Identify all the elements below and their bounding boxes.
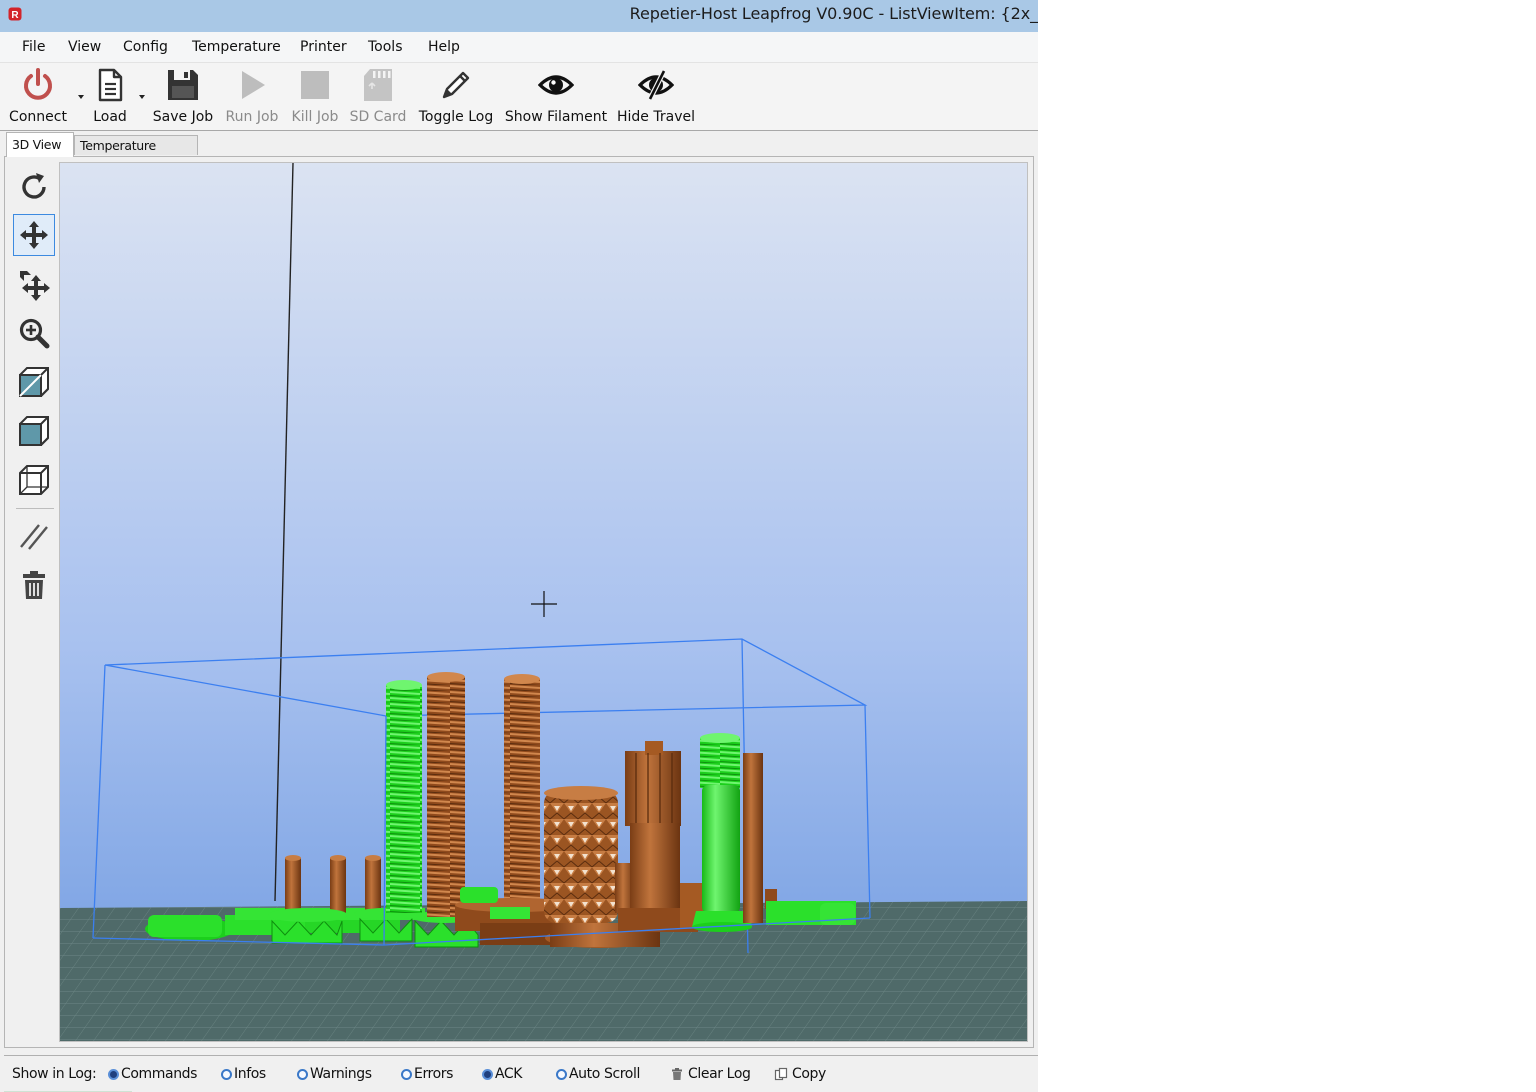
- wireframe-view-button[interactable]: [13, 459, 55, 501]
- commands-label: Commands: [121, 1066, 198, 1082]
- run-job-button[interactable]: Run Job: [222, 65, 282, 129]
- repetier-host-window: R Repetier-Host Leapfrog V0.90C - ListVi…: [0, 0, 1038, 1092]
- warnings-toggle[interactable]: Warnings: [297, 1066, 372, 1082]
- trash-icon: [23, 571, 45, 599]
- svg-text:R: R: [11, 10, 19, 21]
- auto-scroll-radio-icon: [556, 1068, 567, 1080]
- menu-tools[interactable]: Tools: [368, 39, 403, 55]
- toggle-log-label: Toggle Log: [418, 109, 494, 125]
- tab-temperature-curve[interactable]: Temperature Curve: [74, 135, 198, 172]
- eye-icon: [538, 75, 574, 95]
- auto-scroll-toggle[interactable]: Auto Scroll: [556, 1066, 640, 1082]
- load-label: Load: [93, 109, 127, 125]
- iso-view-button[interactable]: [13, 361, 55, 403]
- copy-button[interactable]: Copy: [774, 1066, 826, 1082]
- show-in-log-label: Show in Log:: [12, 1066, 97, 1082]
- warnings-label: Warnings: [310, 1066, 372, 1082]
- copy-icon: [774, 1067, 788, 1081]
- 3d-scene: [60, 163, 1027, 1041]
- load-button[interactable]: Load: [88, 65, 132, 129]
- infos-label: Infos: [234, 1066, 266, 1082]
- reset-view-button[interactable]: [13, 166, 55, 208]
- warnings-radio-icon: [297, 1068, 308, 1080]
- view-tabs: 3D View Temperature Curve: [0, 131, 1038, 172]
- clear-log-trash-icon: [672, 1068, 682, 1080]
- errors-label: Errors: [414, 1066, 454, 1082]
- delete-object-button[interactable]: [13, 564, 55, 606]
- move-object-button[interactable]: [13, 264, 55, 306]
- infos-radio-icon: [221, 1068, 232, 1080]
- show-filament-button[interactable]: Show Filament: [504, 65, 608, 129]
- front-view-icon: [19, 416, 49, 446]
- 3d-viewport[interactable]: [59, 162, 1028, 1042]
- app-logo-icon: R: [8, 7, 22, 21]
- kill-job-button[interactable]: Kill Job: [288, 65, 342, 129]
- power-icon: [24, 68, 52, 100]
- menu-config[interactable]: Config: [123, 39, 168, 55]
- kill-job-label: Kill Job: [291, 109, 339, 125]
- connect-label: Connect: [9, 109, 67, 125]
- iso-view-icon: [19, 367, 49, 397]
- save-job-button[interactable]: Save Job: [152, 65, 214, 129]
- stop-icon: [301, 71, 329, 99]
- menu-file[interactable]: File: [22, 39, 45, 55]
- ack-label: ACK: [495, 1066, 523, 1082]
- menu-temperature[interactable]: Temperature: [192, 39, 281, 55]
- clear-travel-icon: [20, 524, 48, 550]
- document-icon: [98, 68, 123, 102]
- commands-toggle[interactable]: Commands: [108, 1066, 197, 1082]
- menu-printer[interactable]: Printer: [300, 39, 347, 55]
- reset-view-icon: [22, 173, 46, 199]
- main-toolbar: Connect Load Save Job Run Job Kill Job S…: [0, 63, 1038, 131]
- clear-log-label: Clear Log: [688, 1066, 751, 1082]
- title-bar: R Repetier-Host Leapfrog V0.90C - ListVi…: [0, 0, 1038, 32]
- hide-travel-label: Hide Travel: [617, 109, 695, 125]
- sd-card-label: SD Card: [349, 109, 407, 125]
- tool-separator: [16, 508, 54, 509]
- menu-help[interactable]: Help: [428, 39, 460, 55]
- errors-radio-icon: [401, 1068, 412, 1080]
- sd-card-button[interactable]: SD Card: [348, 65, 408, 129]
- commands-radio-icon: [108, 1068, 119, 1080]
- show-filament-label: Show Filament: [504, 109, 608, 125]
- ack-toggle[interactable]: ACK: [482, 1066, 522, 1082]
- front-view-button[interactable]: [13, 410, 55, 452]
- copy-label: Copy: [792, 1066, 826, 1082]
- window-title: Repetier-Host Leapfrog V0.90C - ListView…: [629, 4, 1038, 23]
- menu-view[interactable]: View: [68, 39, 101, 55]
- toggle-log-button[interactable]: Toggle Log: [416, 65, 496, 129]
- connect-button[interactable]: Connect: [8, 65, 68, 129]
- view-tool-column: [4, 162, 60, 1042]
- connect-dropdown-icon[interactable]: [77, 93, 85, 101]
- play-icon: [242, 71, 265, 99]
- move-object-icon: [20, 271, 50, 301]
- menu-bar: File View Config Temperature Printer Too…: [0, 32, 1038, 63]
- floppy-disk-icon: [168, 70, 198, 100]
- auto-scroll-label: Auto Scroll: [569, 1066, 640, 1082]
- ack-radio-icon: [482, 1068, 493, 1080]
- move-view-button[interactable]: [13, 214, 55, 256]
- errors-toggle[interactable]: Errors: [401, 1066, 453, 1082]
- hide-travel-button[interactable]: Hide Travel: [614, 65, 698, 129]
- sd-card-icon: [364, 69, 392, 101]
- pencil-icon: [442, 71, 470, 99]
- zoom-icon: [19, 318, 50, 349]
- clear-log-button[interactable]: Clear Log: [670, 1066, 751, 1082]
- wireframe-icon: [19, 465, 49, 495]
- run-job-label: Run Job: [225, 109, 279, 125]
- infos-toggle[interactable]: Infos: [221, 1066, 266, 1082]
- save-job-label: Save Job: [152, 109, 214, 125]
- zoom-button[interactable]: [13, 312, 55, 354]
- tab-3d-view[interactable]: 3D View: [6, 132, 74, 157]
- load-dropdown-icon[interactable]: [138, 93, 146, 101]
- log-options-bar: Show in Log: Commands Infos Warnings Err…: [4, 1055, 1038, 1092]
- eye-slash-icon: [638, 69, 674, 101]
- move-icon: [20, 221, 48, 249]
- clear-travel-button[interactable]: [13, 515, 55, 557]
